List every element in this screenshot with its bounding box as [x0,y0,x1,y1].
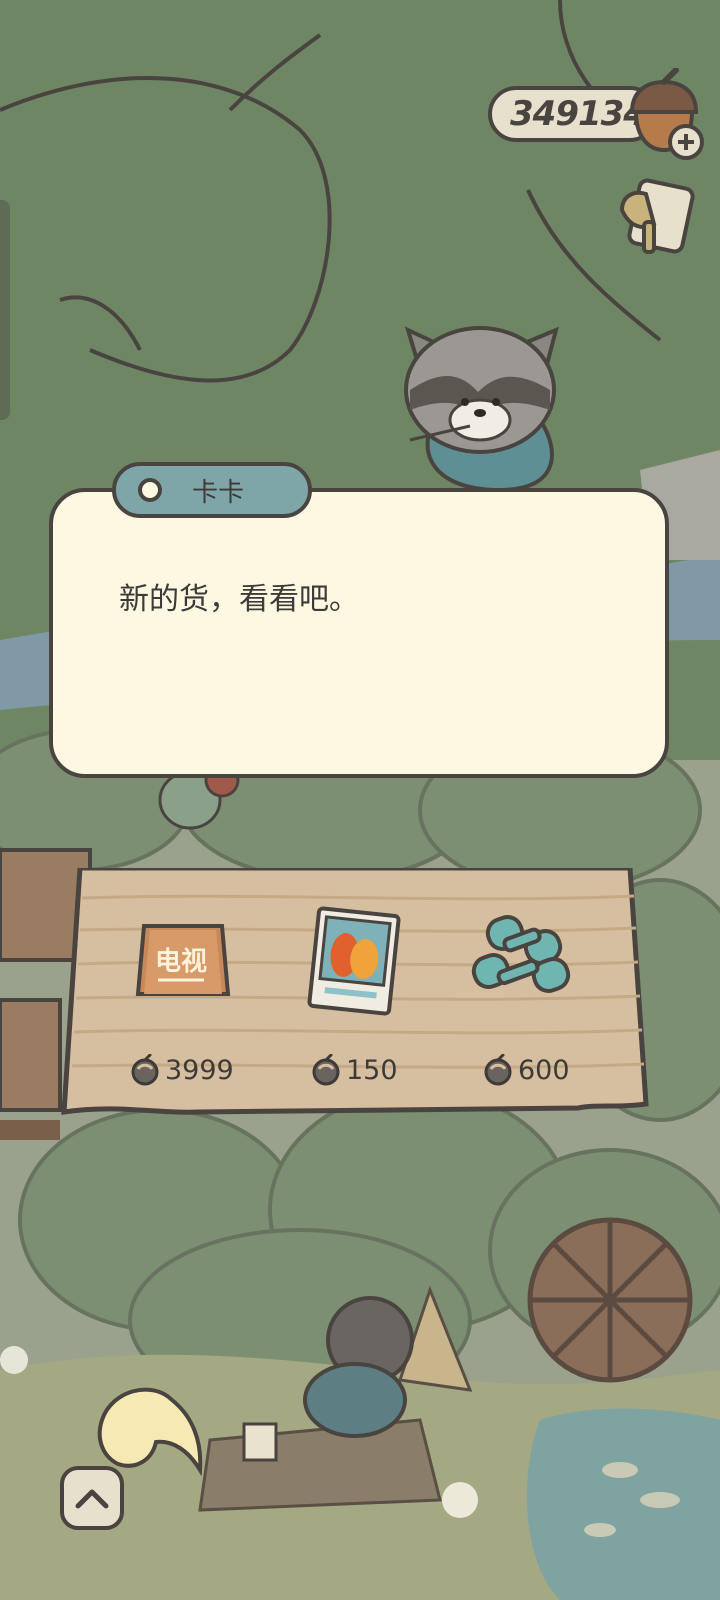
name-tag-dot-icon [138,478,162,502]
acorn-coin-icon [484,1054,512,1086]
expand-up-button[interactable] [58,1464,126,1532]
dialog-box[interactable]: 新的货，看看吧。 [49,488,669,778]
price-value: 600 [518,1054,570,1086]
dialog-text: 新的货，看看吧。 [119,582,359,617]
tv-sign-icon: 电视 [135,924,231,996]
shop-item-photo-card[interactable] [306,906,402,1016]
acorn-plus-icon[interactable] [618,68,708,164]
game-scene-background [0,0,720,1600]
price-tag-photo-card: 150 [312,1052,398,1088]
photo-card-icon [307,906,401,1016]
price-value: 3999 [165,1054,234,1086]
price-value: 150 [346,1054,398,1086]
price-tag-dumbbell: 600 [484,1052,570,1088]
acorn-coin-icon [131,1054,159,1086]
dumbbell-icon [471,915,571,993]
speaker-name-tag: 卡卡 [112,462,312,518]
shop-item-dumbbell[interactable] [470,912,580,1002]
speaker-name: 卡卡 [192,478,245,508]
acorn-coin-icon [312,1054,340,1086]
price-tag-tv-sign: 3999 [131,1052,234,1088]
shop-item-tv-sign[interactable]: 电视 [128,920,234,998]
svg-text:电视: 电视 [155,947,207,977]
hammer-tool-icon[interactable] [614,176,700,260]
side-drawer-tab[interactable] [0,200,10,420]
